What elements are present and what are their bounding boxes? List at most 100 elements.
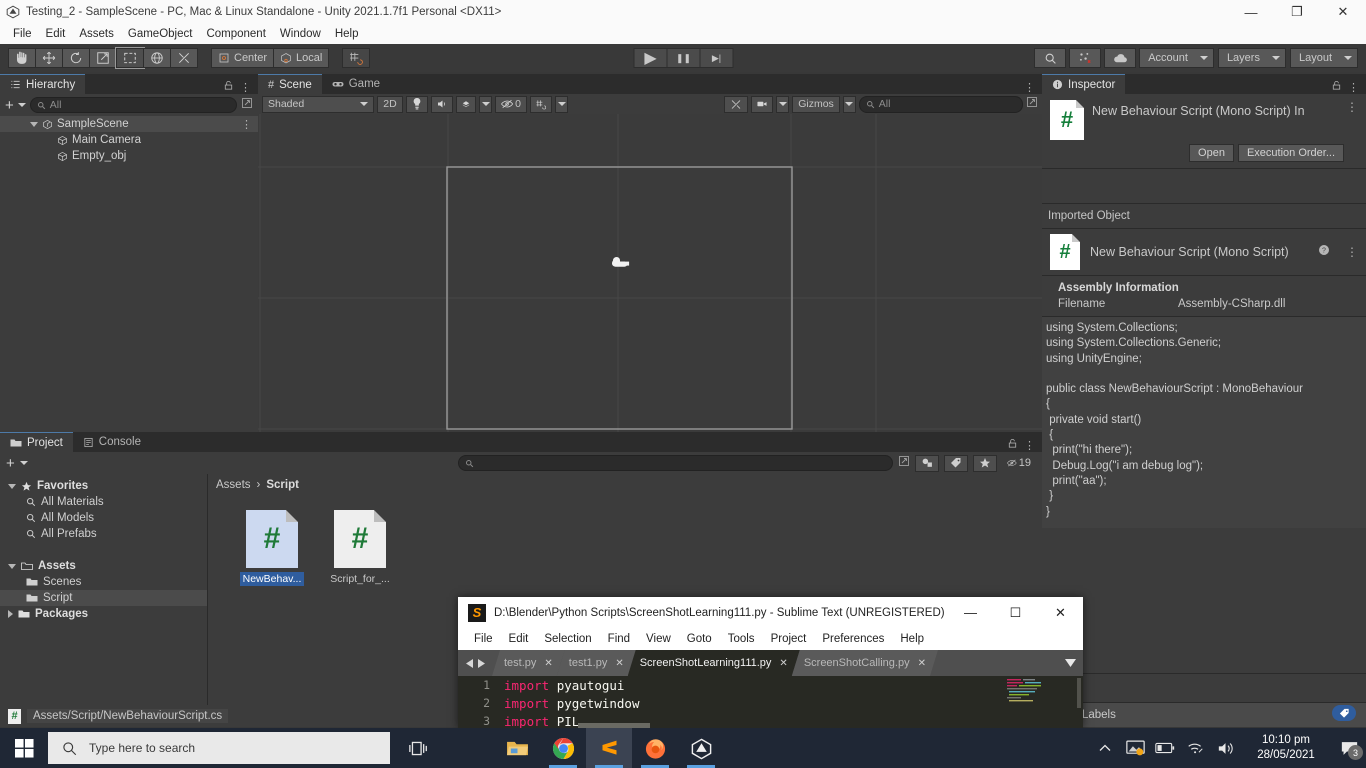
tab-hierarchy[interactable]: Hierarchy [0, 74, 85, 94]
tree-item-all-models[interactable]: All Models [0, 510, 207, 526]
step-button[interactable]: ▶| [700, 48, 734, 68]
notification-center-icon[interactable]: 3 [1332, 728, 1366, 768]
search-icon[interactable] [1034, 48, 1066, 68]
audio-icon[interactable] [431, 96, 453, 113]
close-icon[interactable]: ✕ [779, 658, 787, 669]
visible-count-indicator[interactable]: 19 [1002, 455, 1036, 472]
breadcrumb-current[interactable]: Script [266, 479, 299, 491]
scale-tool-icon[interactable] [89, 48, 117, 68]
sublime-menu-project[interactable]: Project [763, 631, 815, 647]
taskbar-app-file-explorer[interactable] [494, 728, 540, 768]
sublime-text-window[interactable]: S D:\Blender\Python Scripts\ScreenShotLe… [458, 597, 1083, 728]
pause-button[interactable]: ❚❚ [667, 48, 701, 68]
transform-tool-icon[interactable] [143, 48, 171, 68]
gizmos-dropdown-icon[interactable] [843, 96, 856, 113]
taskbar-app-sublime-text[interactable] [586, 728, 632, 768]
hierarchy-search-input[interactable]: All [30, 97, 237, 113]
tab-overflow-icon[interactable] [1057, 650, 1083, 676]
chevron-left-icon[interactable] [466, 659, 474, 668]
menu-help[interactable]: Help [328, 26, 366, 42]
tree-item-all-prefabs[interactable]: All Prefabs [0, 526, 207, 542]
camera-dropdown-icon[interactable] [776, 96, 789, 113]
sublime-menu-view[interactable]: View [638, 631, 679, 647]
fx-icon[interactable] [456, 96, 476, 113]
scene-viewport[interactable] [258, 114, 1042, 432]
filter-favorite-icon[interactable] [973, 455, 997, 472]
toggle-2d-button[interactable]: 2D [377, 96, 403, 113]
task-view-icon[interactable] [398, 728, 438, 768]
asset-item[interactable]: # Script_for_... [322, 510, 398, 586]
close-icon[interactable]: ✕ [918, 658, 926, 669]
open-button[interactable]: Open [1189, 144, 1234, 162]
screen-capture-icon[interactable] [1120, 728, 1150, 768]
sublime-tab-screenshotlearning111[interactable]: ScreenShotLearning111.py ✕ [628, 650, 800, 676]
scene-menu-icon[interactable]: ⋮ [241, 118, 258, 131]
tab-game[interactable]: Game [322, 74, 390, 94]
collapse-triangle-icon[interactable] [8, 610, 13, 618]
asset-item[interactable]: # NewBehav... [234, 510, 310, 586]
hierarchy-expand-icon[interactable] [241, 96, 253, 114]
cloud-icon[interactable] [1104, 48, 1136, 68]
sublime-tab-screenshotcalling[interactable]: ScreenShotCalling.py ✕ [792, 650, 938, 676]
fx-dropdown-icon[interactable] [479, 96, 492, 113]
tree-item-assets[interactable]: Assets [0, 558, 207, 574]
windows-logo-icon[interactable] [0, 728, 48, 768]
wifi-icon[interactable] [1180, 728, 1210, 768]
sublime-menu-goto[interactable]: Goto [679, 631, 720, 647]
menu-edit[interactable]: Edit [39, 26, 73, 42]
scene-grid-icon[interactable] [530, 96, 552, 113]
rotate-tool-icon[interactable] [62, 48, 90, 68]
close-icon[interactable]: ✕ [615, 658, 623, 669]
menu-component[interactable]: Component [199, 26, 272, 42]
taskbar-search-input[interactable]: Type here to search [48, 732, 390, 764]
taskbar-app-firefox[interactable] [632, 728, 678, 768]
chevron-down-icon[interactable] [18, 103, 26, 107]
sublime-menu-tools[interactable]: Tools [720, 631, 763, 647]
asset-labels-bar[interactable]: Asset Labels [1042, 703, 1366, 727]
project-add-button[interactable]: + [6, 456, 15, 471]
sublime-menu-find[interactable]: Find [600, 631, 638, 647]
unity-close-button[interactable]: ✕ [1320, 0, 1366, 24]
project-search-expand-icon[interactable] [898, 454, 910, 472]
hand-tool-icon[interactable] [8, 48, 36, 68]
expand-triangle-icon[interactable] [8, 564, 16, 569]
lock-icon[interactable] [223, 80, 234, 94]
sublime-maximize-button[interactable]: ☐ [993, 597, 1038, 628]
filter-type-icon[interactable] [915, 455, 939, 472]
scene-search-input[interactable]: All [859, 96, 1023, 113]
sublime-menu-edit[interactable]: Edit [501, 631, 537, 647]
menu-gameobject[interactable]: GameObject [121, 26, 200, 42]
unity-minimize-button[interactable]: — [1228, 0, 1274, 24]
component-menu-icon[interactable]: ⋮ [1346, 245, 1358, 259]
tab-nav-arrows[interactable] [458, 650, 492, 676]
hierarchy-item-samplescene[interactable]: SampleScene ⋮ [0, 116, 258, 132]
taskbar-app-chrome[interactable] [540, 728, 586, 768]
lighting-icon[interactable] [406, 96, 428, 113]
unity-maximize-button[interactable]: ❐ [1274, 0, 1320, 24]
move-tool-icon[interactable] [35, 48, 63, 68]
gizmos-button[interactable]: Gizmos [792, 96, 840, 113]
battery-icon[interactable] [1150, 728, 1180, 768]
collab-icon[interactable] [1069, 48, 1101, 68]
menu-file[interactable]: File [6, 26, 39, 42]
tree-item-script[interactable]: Script [0, 590, 207, 606]
draw-mode-dropdown[interactable]: Shaded [262, 96, 374, 113]
tab-project[interactable]: Project [0, 432, 73, 452]
filter-label-icon[interactable] [944, 455, 968, 472]
lock-icon[interactable] [1331, 80, 1342, 94]
sublime-menu-file[interactable]: File [466, 631, 501, 647]
pivot-local-button[interactable]: Local [273, 48, 329, 68]
sublime-editor[interactable]: 1 import pyautogui 2 import pygetwindow … [458, 676, 1083, 728]
tab-inspector[interactable]: Inspector [1042, 74, 1125, 94]
scene-search-expand-icon[interactable] [1026, 95, 1038, 113]
tree-item-scenes[interactable]: Scenes [0, 574, 207, 590]
chevron-up-icon[interactable] [1090, 728, 1120, 768]
lock-icon[interactable] [1007, 438, 1018, 452]
project-menu-icon[interactable]: ⋮ [1024, 439, 1035, 452]
label-tag-icon[interactable] [1332, 705, 1356, 721]
tree-item-packages[interactable]: Packages [0, 606, 207, 622]
sublime-menu-preferences[interactable]: Preferences [814, 631, 892, 647]
inspector-header-menu-icon[interactable]: ⋮ [1346, 100, 1358, 140]
editor-scrollbar[interactable] [1077, 678, 1081, 708]
expand-triangle-icon[interactable] [30, 122, 38, 127]
